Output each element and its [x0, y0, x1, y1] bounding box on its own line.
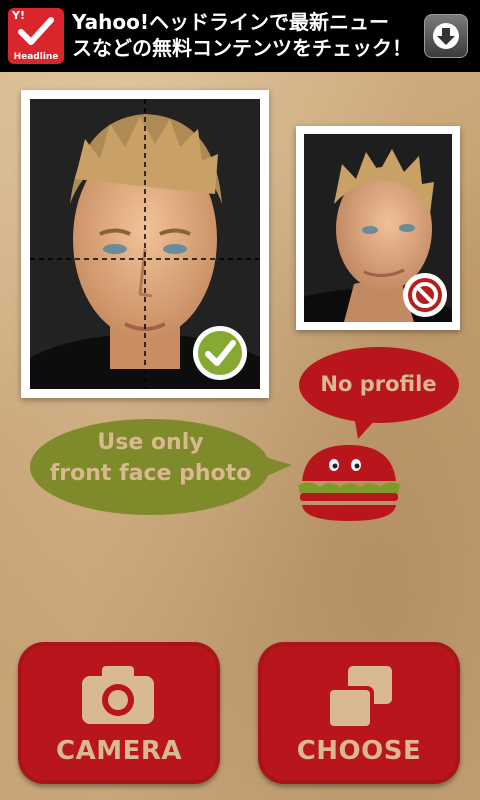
- no-profile-text: No profile: [320, 372, 437, 396]
- front-face-bubble: Use only front face photo: [28, 417, 293, 517]
- yahoo-headline-logo: Y! Headline: [8, 8, 64, 64]
- front-face-photo: [21, 90, 269, 398]
- front-face-line2: front face photo: [49, 461, 252, 486]
- choose-label: CHOOSE: [296, 736, 422, 766]
- burger-mascot-icon: [298, 445, 400, 521]
- check-icon: [193, 326, 247, 380]
- download-button[interactable]: [424, 14, 468, 58]
- ad-banner[interactable]: Y! Headline Yahoo!ヘッドラインで最新ニュー スなどの無料コンテ…: [0, 0, 480, 72]
- choose-icon: [326, 666, 392, 730]
- camera-label: CAMERA: [56, 736, 182, 766]
- no-profile-bubble: No profile: [296, 345, 461, 440]
- camera-button[interactable]: CAMERA: [18, 642, 220, 784]
- front-face-line1: Use only: [97, 430, 204, 455]
- camera-icon: [82, 666, 154, 724]
- prohibited-icon: [403, 273, 447, 317]
- choose-button[interactable]: CHOOSE: [258, 642, 460, 784]
- profile-photo: [296, 126, 460, 330]
- ad-headline[interactable]: Yahoo!ヘッドラインで最新ニュー スなどの無料コンテンツをチェック！: [72, 9, 412, 61]
- download-icon: [433, 23, 459, 49]
- check-icon: [18, 17, 54, 45]
- logo-caption: Headline: [13, 52, 59, 62]
